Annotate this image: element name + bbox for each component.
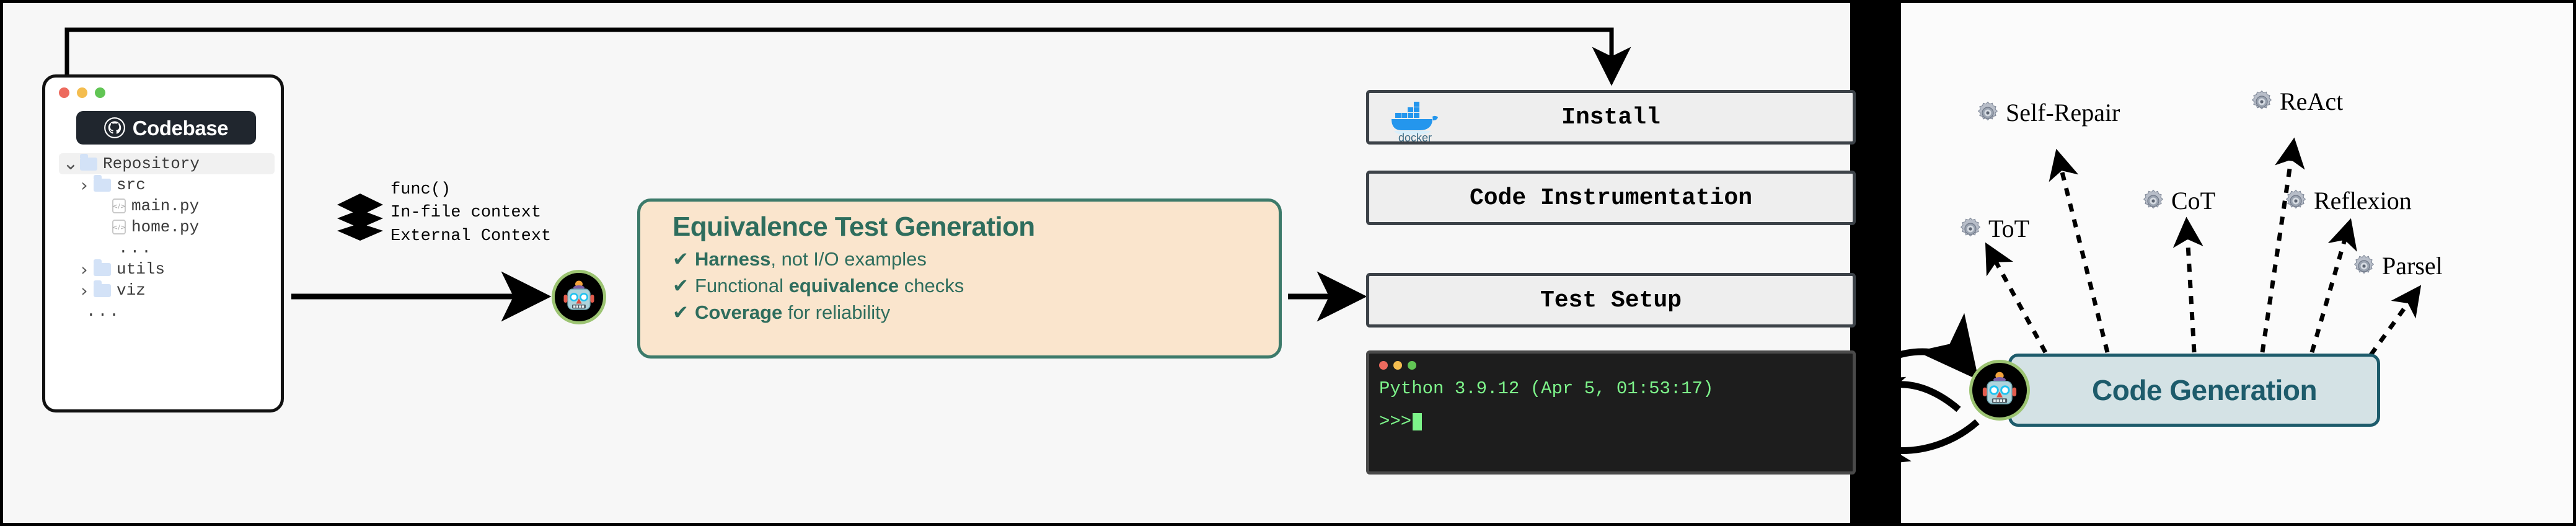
terminal-traffic-lights xyxy=(1379,361,1843,370)
github-icon xyxy=(104,117,125,138)
method-tot-label: ToT xyxy=(1988,215,2030,243)
file-tree-row[interactable]: › utils xyxy=(59,259,275,280)
context-line-func: func() xyxy=(390,181,451,199)
context-line-external: External Context xyxy=(390,226,552,246)
chevron-right-icon[interactable]: › xyxy=(75,280,94,301)
right-panel xyxy=(1898,0,2576,526)
context-labels: func() In-file context External Context xyxy=(390,179,551,248)
terminal-caret xyxy=(1413,412,1423,430)
code-generation-label: Code Generation xyxy=(2092,374,2318,406)
bullet-2-pre: Functional xyxy=(694,274,789,296)
maximize-dot-icon[interactable] xyxy=(95,87,105,98)
chevron-right-icon[interactable]: › xyxy=(75,259,94,280)
file-tree-label: home.py xyxy=(131,218,200,236)
step-test-setup-label: Test Setup xyxy=(1540,287,1682,314)
method-self-repair: Self-Repair xyxy=(1976,98,2120,127)
check-icon: ✔ xyxy=(673,301,689,324)
step-code-instrumentation[interactable]: Code Instrumentation xyxy=(1366,171,1856,225)
file-tree-label: viz xyxy=(117,281,146,300)
robot-avatar-icon xyxy=(552,270,606,324)
file-tree-label: Repository xyxy=(103,154,200,173)
code-file-icon: </> xyxy=(112,220,126,234)
code-file-icon: </> xyxy=(112,198,126,213)
chevron-down-icon[interactable]: ⌄ xyxy=(61,154,80,173)
method-parsel: Parsel xyxy=(2352,251,2443,280)
file-tree-row[interactable]: › src xyxy=(59,174,275,195)
docker-logo-icon: docker xyxy=(1392,102,1438,143)
method-react: ReAct xyxy=(2250,87,2343,116)
step-install[interactable]: docker Install xyxy=(1366,90,1856,145)
step-code-instrumentation-label: Code Instrumentation xyxy=(1469,184,1753,212)
method-parsel-label: Parsel xyxy=(2382,252,2443,280)
method-tot: ToT xyxy=(1959,214,2029,243)
file-tree-label: src xyxy=(117,176,146,194)
equivalence-test-generation-box: Equivalence Test Generation ✔ Harness, no… xyxy=(637,198,1282,359)
check-icon: ✔ xyxy=(673,274,689,297)
gear-icon xyxy=(1977,101,1998,120)
bullet-1-strong: Harness xyxy=(694,248,771,270)
layers-stack-icon xyxy=(337,194,383,241)
codebase-title-badge: Codebase xyxy=(76,111,256,145)
close-dot-icon[interactable] xyxy=(59,87,69,98)
bullet-1-rest: , not I/O examples xyxy=(770,248,927,270)
folder-icon xyxy=(94,280,111,297)
diagram-canvas: Codebase ⌄ Repository › src </> main.py </> hom… xyxy=(0,0,2576,526)
file-tree: ⌄ Repository › src </> main.py </> home.py... › u… xyxy=(59,153,275,322)
tree-ellipsis: ... xyxy=(118,239,153,257)
equivalence-bullet-1: ✔ Harness, not I/O examples xyxy=(673,246,1279,273)
window-traffic-lights xyxy=(59,87,105,98)
check-icon: ✔ xyxy=(673,248,689,270)
file-tree-row[interactable]: › viz xyxy=(59,280,275,301)
equivalence-title: Equivalence Test Generation xyxy=(673,212,1035,242)
bullet-2-strong: equivalence xyxy=(788,274,899,296)
chevron-right-icon[interactable]: › xyxy=(75,175,94,195)
file-tree-label: utils xyxy=(117,260,165,279)
terminal-version-line: Python 3.9.12 (Apr 5, 01:53:17) xyxy=(1379,378,1714,399)
method-cot-label: CoT xyxy=(2171,187,2216,215)
minimize-dot-icon[interactable] xyxy=(77,87,87,98)
method-cot: CoT xyxy=(2142,186,2215,215)
code-generation-box: Code Generation xyxy=(2008,354,2380,427)
codebase-window: Codebase ⌄ Repository › src </> main.py </> hom… xyxy=(42,74,284,412)
tree-ellipsis: ... xyxy=(86,302,121,321)
gear-icon xyxy=(2251,90,2272,109)
method-reflexion-label: Reflexion xyxy=(2314,187,2412,215)
gear-icon xyxy=(2353,254,2375,274)
method-self-repair-label: Self-Repair xyxy=(2006,99,2120,127)
equivalence-bullet-2: ✔ Functional equivalence checks xyxy=(673,273,1279,300)
folder-icon xyxy=(80,153,97,171)
folder-icon xyxy=(94,259,111,276)
context-line-infile: In-file context xyxy=(390,203,542,223)
bullet-3-strong: Coverage xyxy=(694,301,783,323)
bullet-3-rest: for reliability xyxy=(782,301,891,323)
gear-icon xyxy=(2285,189,2306,208)
step-install-label: Install xyxy=(1561,104,1661,131)
step-test-setup[interactable]: Test Setup xyxy=(1366,273,1856,328)
robot-face-icon xyxy=(1982,372,2017,404)
method-reflexion: Reflexion xyxy=(2284,186,2412,215)
file-tree-row[interactable]: ... xyxy=(59,301,275,322)
robot-avatar-icon xyxy=(1969,360,2030,421)
file-tree-row[interactable]: </> main.py xyxy=(59,195,275,216)
bullet-2-rest: checks xyxy=(899,274,964,296)
minimize-dot-icon[interactable] xyxy=(1393,361,1402,370)
folder-icon xyxy=(94,174,111,192)
robot-face-icon xyxy=(563,280,594,310)
file-tree-row[interactable]: </> home.py xyxy=(59,216,275,238)
file-tree-row[interactable]: ... xyxy=(59,238,275,259)
terminal-prompt: >>> xyxy=(1379,411,1412,432)
svg-text:docker: docker xyxy=(1398,132,1432,143)
file-tree-row[interactable]: ⌄ Repository xyxy=(59,153,275,174)
panel-divider xyxy=(1853,0,1898,526)
file-tree-label: main.py xyxy=(131,197,200,215)
maximize-dot-icon[interactable] xyxy=(1408,361,1416,370)
gear-icon xyxy=(1960,217,1981,236)
codebase-title: Codebase xyxy=(132,116,229,140)
close-dot-icon[interactable] xyxy=(1379,361,1388,370)
terminal-prompt-line: >>> xyxy=(1379,411,1843,432)
equivalence-bullet-3: ✔ Coverage for reliability xyxy=(673,300,1279,326)
python-terminal[interactable]: Python 3.9.12 (Apr 5, 01:53:17) >>> xyxy=(1366,350,1856,475)
method-react-label: ReAct xyxy=(2280,87,2344,115)
gear-icon xyxy=(2143,189,2164,208)
